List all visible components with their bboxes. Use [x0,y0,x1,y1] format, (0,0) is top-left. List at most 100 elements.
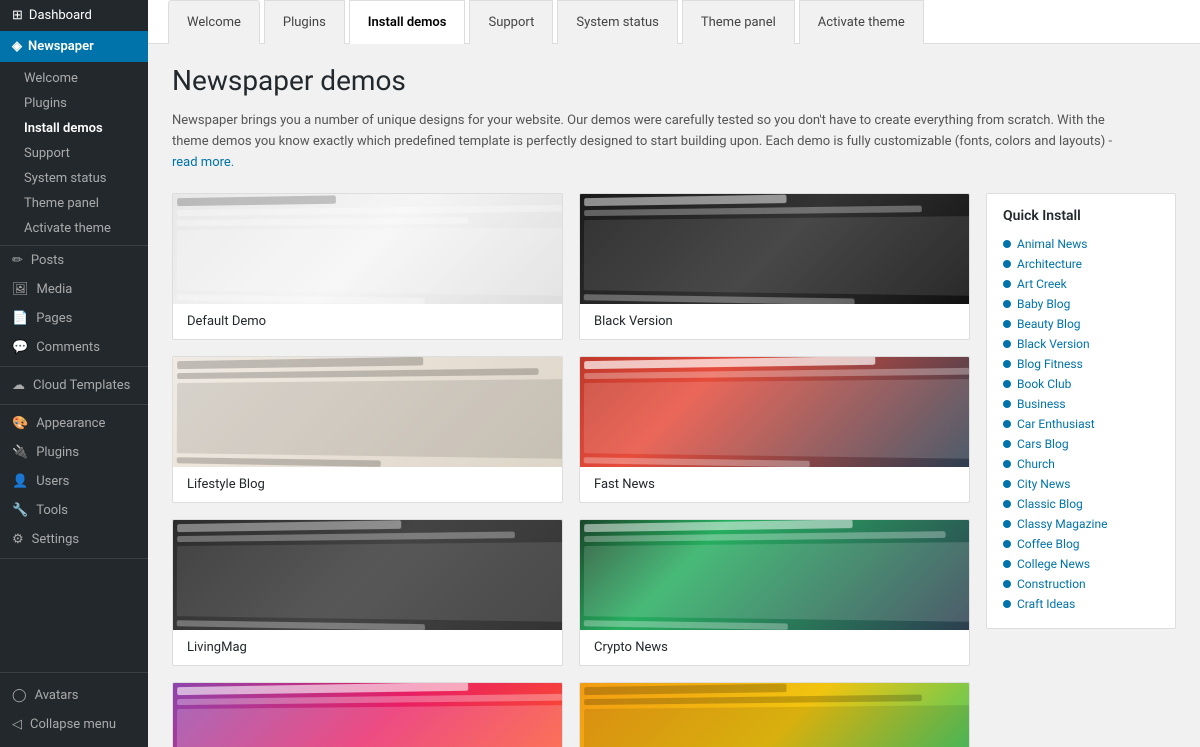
demo-image-default [173,194,562,304]
quick-install-item[interactable]: Blog Fitness [1003,354,1159,374]
content-area: Newspaper demos Newspaper brings you a n… [148,44,1200,747]
sidebar-item-theme-panel[interactable]: Theme panel [0,191,148,216]
quick-install-item[interactable]: Book Club [1003,374,1159,394]
quick-install-item[interactable]: Construction [1003,574,1159,594]
sidebar-item-welcome[interactable]: Welcome [0,66,148,91]
description-text: Newspaper brings you a number of unique … [172,113,1112,149]
sidebar-divider-3 [0,558,148,559]
demo-card-crypto[interactable]: Crypto News [579,519,970,666]
sidebar-item-support[interactable]: Support [0,141,148,166]
demo-card-livingmag[interactable]: LivingMag [172,519,563,666]
quick-dot [1003,500,1011,508]
demo-image-craft [580,683,969,747]
mock-browser-gossip [173,683,562,747]
sidebar-item-activate-theme[interactable]: Activate theme [0,216,148,241]
tools-label: Tools [36,503,68,518]
quick-install-item-label: Beauty Blog [1017,317,1081,331]
quick-install-item-label: Cars Blog [1017,437,1069,451]
sidebar-item-plugins[interactable]: Plugins [0,91,148,116]
tab-system-status[interactable]: System status [557,0,678,44]
users-label: Users [36,474,69,489]
demo-card-fastnews[interactable]: Fast News [579,356,970,503]
sidebar-item-newspaper[interactable]: ◈ Newspaper [0,31,148,62]
tab-plugins[interactable]: Plugins [264,0,345,44]
quick-dot [1003,440,1011,448]
tab-activate-theme[interactable]: Activate theme [799,0,924,44]
demo-card-craft[interactable]: Craft Ideas [579,682,970,747]
quick-dot [1003,240,1011,248]
sidebar-item-media[interactable]: 🖼 Media [0,275,148,304]
sidebar-item-settings[interactable]: ⚙ Settings [0,525,148,554]
quick-install-item[interactable]: Coffee Blog [1003,534,1159,554]
quick-install-item[interactable]: Car Enthusiast [1003,414,1159,434]
quick-dot [1003,400,1011,408]
quick-install-item[interactable]: Animal News [1003,234,1159,254]
pages-label: Pages [36,311,72,326]
quick-install-item[interactable]: City News [1003,474,1159,494]
demo-label-black: Black Version [580,304,969,339]
quick-install-item[interactable]: College News [1003,554,1159,574]
tab-support[interactable]: Support [469,0,553,44]
quick-install-item[interactable]: Classic Blog [1003,494,1159,514]
mock-browser-livingmag [173,520,562,630]
quick-install-item-label: Book Club [1017,377,1071,391]
sidebar-collapse-menu[interactable]: ◁ Collapse menu [0,710,148,739]
tab-theme-panel[interactable]: Theme panel [682,0,795,44]
comments-label: Comments [36,340,100,355]
demo-image-gossip [173,683,562,747]
quick-install-item[interactable]: Business [1003,394,1159,414]
sidebar-item-posts[interactable]: ✏ Posts [0,246,148,275]
dashboard-label: Dashboard [29,8,92,23]
quick-install-item[interactable]: Beauty Blog [1003,314,1159,334]
tools-icon: 🔧 [12,503,28,518]
quick-install-item[interactable]: Architecture [1003,254,1159,274]
page-description: Newspaper brings you a number of unique … [172,111,1132,173]
comments-icon: 💬 [12,340,28,355]
mock-browser-craft [580,683,969,747]
sidebar-item-dashboard[interactable]: ⊞ Dashboard [0,0,148,31]
newspaper-icon: ◈ [12,39,22,54]
sidebar-item-users[interactable]: 👤 Users [0,467,148,496]
quick-dot [1003,540,1011,548]
sidebar-item-system-status[interactable]: System status [0,166,148,191]
demo-card-lifestyle[interactable]: Lifestyle Blog [172,356,563,503]
media-label: Media [37,282,73,297]
sidebar-item-comments[interactable]: 💬 Comments [0,333,148,362]
demo-card-gossip[interactable]: Gossip [172,682,563,747]
top-nav: Welcome Plugins Install demos Support Sy… [148,0,1200,44]
sidebar-item-plugins[interactable]: 🔌 Plugins [0,438,148,467]
sidebar-item-avatars[interactable]: ◯ Avatars [0,681,148,710]
demo-label-fastnews: Fast News [580,467,969,502]
sidebar-item-appearance[interactable]: 🎨 Appearance [0,409,148,438]
demo-label-lifestyle: Lifestyle Blog [173,467,562,502]
demo-label-default: Default Demo [173,304,562,339]
quick-install-item[interactable]: Black Version [1003,334,1159,354]
demo-card-black[interactable]: Black Version [579,193,970,340]
read-more-link[interactable]: read more. [172,155,234,170]
quick-install-item[interactable]: Craft Ideas [1003,594,1159,614]
mock-browser-default [173,194,562,304]
quick-dot [1003,480,1011,488]
sidebar-item-install-demos[interactable]: Install demos [0,116,148,141]
tab-welcome[interactable]: Welcome [168,0,260,44]
quick-install-item-label: Business [1017,397,1066,411]
sidebar-divider-2 [0,404,148,405]
quick-install-item[interactable]: Church [1003,454,1159,474]
sidebar-item-tools[interactable]: 🔧 Tools [0,496,148,525]
posts-icon: ✏ [12,253,23,268]
quick-install-item[interactable]: Classy Magazine [1003,514,1159,534]
quick-dot [1003,280,1011,288]
quick-install-item[interactable]: Art Creek [1003,274,1159,294]
quick-install-item-label: Blog Fitness [1017,357,1083,371]
demo-layout: Default Demo Bla [172,193,1176,747]
sidebar-item-cloud-templates[interactable]: ☁ Cloud Templates [0,371,148,400]
sidebar-divider-1 [0,366,148,367]
quick-install-item[interactable]: Baby Blog [1003,294,1159,314]
quick-dot [1003,580,1011,588]
mock-browser-crypto [580,520,969,630]
sidebar-item-pages[interactable]: 📄 Pages [0,304,148,333]
sidebar: ⊞ Dashboard ◈ Newspaper Welcome Plugins … [0,0,148,747]
quick-install-item[interactable]: Cars Blog [1003,434,1159,454]
tab-install-demos[interactable]: Install demos [349,0,466,44]
demo-card-default[interactable]: Default Demo [172,193,563,340]
